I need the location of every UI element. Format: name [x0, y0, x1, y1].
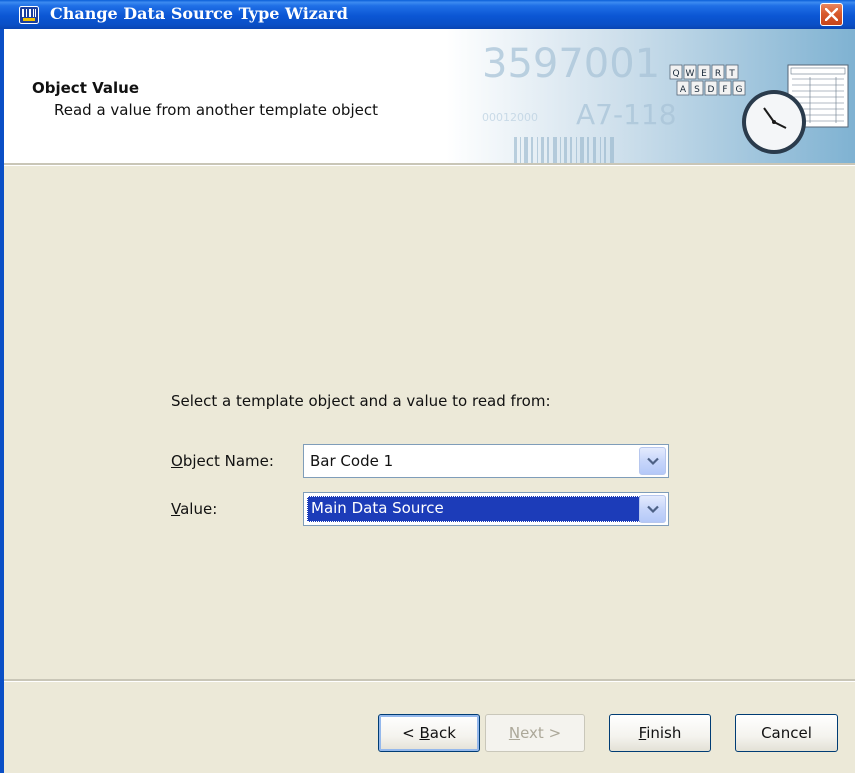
close-icon — [825, 8, 838, 21]
finish-button[interactable]: Finish — [609, 714, 711, 752]
chevron-down-icon — [647, 505, 659, 514]
step-subtitle: Read a value from another template objec… — [54, 101, 378, 119]
instruction-text: Select a template object and a value to … — [171, 392, 551, 410]
keyboard-key-label: D — [708, 85, 715, 95]
object-name-dropdown-button[interactable] — [639, 447, 666, 475]
keyboard-key-label: Q — [672, 69, 679, 79]
footer-divider — [4, 679, 855, 682]
keyboard-key-label: E — [701, 69, 707, 79]
back-button[interactable]: < Back — [378, 714, 480, 752]
title-bar[interactable]: Change Data Source Type Wizard — [0, 0, 855, 29]
value-combobox[interactable]: Main Data Source — [303, 492, 669, 526]
keyboard-key-label: F — [722, 85, 727, 95]
value-selection-highlight: Main Data Source — [307, 496, 641, 522]
keyboard-key-label: T — [728, 69, 735, 79]
close-button[interactable] — [820, 3, 843, 26]
value-dropdown-button[interactable] — [639, 495, 666, 523]
step-title: Object Value — [32, 79, 139, 97]
keyboard-key-label: W — [686, 69, 695, 79]
svg-text:A7-118: A7-118 — [576, 98, 677, 131]
value-label: Value: — [171, 500, 218, 518]
wizard-window: Change Data Source Type Wizard 3597001 A… — [0, 0, 855, 773]
svg-text:00012000: 00012000 — [482, 111, 538, 124]
object-name-value: Bar Code 1 — [310, 452, 394, 470]
clock-icon — [742, 90, 806, 154]
keyboard-key-label: G — [736, 85, 743, 95]
cancel-button[interactable]: Cancel — [735, 714, 838, 752]
object-name-label: Object Name: — [171, 452, 274, 470]
object-name-combobox[interactable]: Bar Code 1 — [303, 444, 669, 478]
chevron-down-icon — [647, 457, 659, 466]
keyboard-key-label: A — [680, 85, 687, 95]
window-title: Change Data Source Type Wizard — [50, 4, 348, 23]
next-button[interactable]: Next > — [485, 714, 585, 752]
app-icon — [19, 6, 39, 24]
wizard-header: 3597001 A7-118 00012000 QWERT ASDFG Obje… — [4, 29, 855, 163]
value-value: Main Data Source — [311, 499, 444, 517]
keyboard-key-label: S — [694, 85, 700, 95]
keyboard-key-label: R — [715, 69, 721, 79]
svg-text:3597001: 3597001 — [482, 41, 660, 87]
